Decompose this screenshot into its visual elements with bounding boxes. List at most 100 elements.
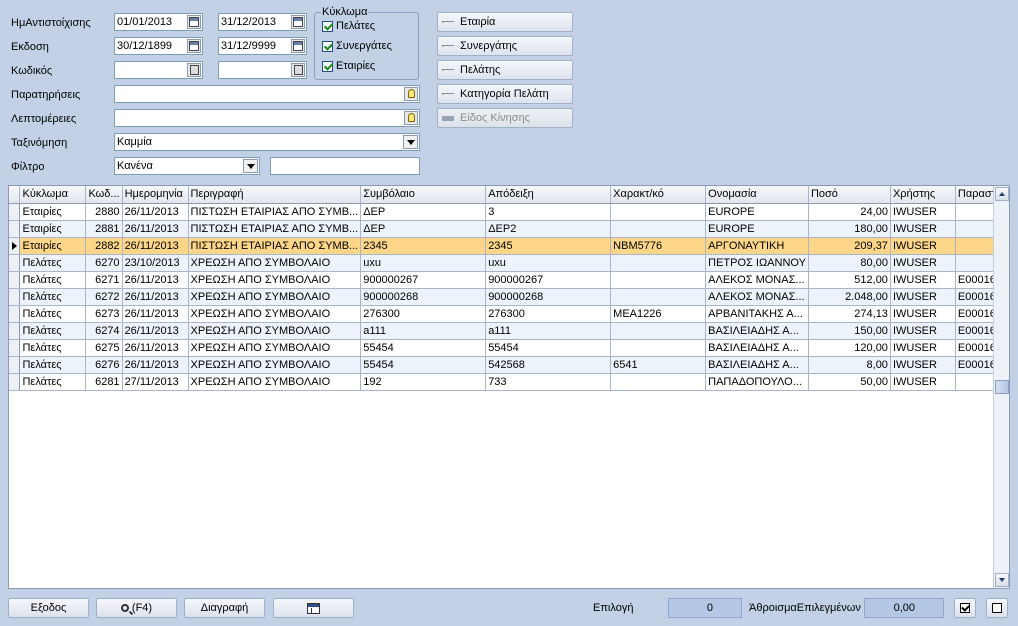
grid-cell[interactable]: Πελάτες <box>19 254 87 272</box>
row-indicator[interactable] <box>9 322 21 340</box>
grid-cell[interactable]: 26/11/2013 <box>122 203 189 221</box>
grid-header-cell[interactable]: Ημερομηνία <box>122 186 189 204</box>
grid-cell[interactable]: IWUSER <box>890 220 956 238</box>
grid-cell[interactable]: 2345 <box>485 237 612 255</box>
code-from-field[interactable] <box>114 61 203 79</box>
grid-cell[interactable]: Πελάτες <box>19 339 87 357</box>
scroll-down-icon[interactable] <box>995 573 1009 587</box>
grid-cell[interactable]: Πελάτες <box>19 373 87 391</box>
chevron-down-icon[interactable] <box>243 159 258 173</box>
grid-cell[interactable]: Εταιρίες <box>19 237 87 255</box>
table-row[interactable]: Πελάτες 6270 23/10/2013 ΧΡΕΩΣΗ ΑΠΟ ΣΥΜΒΟΛΑΙ… <box>9 254 1009 272</box>
vertical-scrollbar[interactable] <box>993 186 1009 588</box>
grid-cell[interactable]: 542568 <box>485 356 612 374</box>
table-row[interactable]: Εταιρίες 2881 26/11/2013 ΠΙΣΤΩΣΗ ΕΤΑΙΡΙΑΣ Α… <box>9 220 1009 238</box>
calendar-icon[interactable] <box>187 15 201 29</box>
grid-cell[interactable]: 2345 <box>360 237 487 255</box>
grid-cell[interactable] <box>610 322 707 340</box>
grid-cell[interactable]: ΑΛΕΚΟΣ ΜΟΝΑΣ... <box>705 271 809 289</box>
grid-cell[interactable]: 55454 <box>485 339 612 357</box>
grid-header-cell[interactable]: Χρήστης <box>890 186 956 204</box>
grid-cell[interactable] <box>610 271 707 289</box>
grid-cell[interactable]: 26/11/2013 <box>122 305 189 323</box>
grid-cell[interactable]: ΧΡΕΩΣΗ ΑΠΟ ΣΥΜΒΟΛΑΙΟ <box>188 254 362 272</box>
grid-cell[interactable]: EUROPE <box>705 220 809 238</box>
grid-cell[interactable]: ΑΡΓΟΝΑΥΤΙΚΗ <box>705 237 809 255</box>
grid-cell[interactable]: IWUSER <box>890 288 956 306</box>
grid-cell[interactable]: 2882 <box>85 237 123 255</box>
details-field[interactable] <box>114 109 420 127</box>
grid-cell[interactable]: 192 <box>360 373 487 391</box>
table-row[interactable]: Πελάτες 6271 26/11/2013 ΧΡΕΩΣΗ ΑΠΟ ΣΥΜΒΟΛΑΙ… <box>9 271 1009 289</box>
issue-from-field[interactable]: 30/12/1899 <box>114 37 203 55</box>
grid-cell[interactable]: ΧΡΕΩΣΗ ΑΠΟ ΣΥΜΒΟΛΑΙΟ <box>188 322 362 340</box>
filter-select[interactable]: Κανένα <box>114 157 260 175</box>
grid-cell[interactable]: 2881 <box>85 220 123 238</box>
exit-button[interactable]: Εξοδος <box>8 598 89 618</box>
grid-cell[interactable] <box>610 220 707 238</box>
grid-header-cell[interactable]: Συμβόλαιο <box>360 186 487 204</box>
grid-cell[interactable]: IWUSER <box>890 254 956 272</box>
transactions-grid[interactable]: Κύκλωμα Κωδ... Ημερομηνία Περιγραφή Συμβόλαι… <box>8 185 1010 589</box>
table-row[interactable]: Πελάτες 6274 26/11/2013 ΧΡΕΩΣΗ ΑΠΟ ΣΥΜΒΟΛΑΙ… <box>9 322 1009 340</box>
row-indicator[interactable] <box>9 220 21 238</box>
grid-cell[interactable]: Εταιρίες <box>19 203 87 221</box>
grid-cell[interactable]: 8,00 <box>808 356 891 374</box>
grid-cell[interactable]: 6281 <box>85 373 123 391</box>
grid-cell[interactable]: 80,00 <box>808 254 891 272</box>
grid-cell[interactable]: Πελάτες <box>19 356 87 374</box>
grid-cell[interactable]: 120,00 <box>808 339 891 357</box>
grid-header-cell[interactable]: Κωδ... <box>85 186 123 204</box>
grid-cell[interactable]: 26/11/2013 <box>122 271 189 289</box>
chevron-down-icon[interactable] <box>403 135 418 149</box>
grid-cell[interactable]: ΠΑΠΑΔΟΠΟΥΛΟ... <box>705 373 809 391</box>
grid-cell[interactable]: 6541 <box>610 356 707 374</box>
grid-cell[interactable]: 180,00 <box>808 220 891 238</box>
row-indicator[interactable] <box>9 305 21 323</box>
grid-cell[interactable]: 900000267 <box>360 271 487 289</box>
grid-cell[interactable]: 274,13 <box>808 305 891 323</box>
grid-cell[interactable]: ΧΡΕΩΣΗ ΑΠΟ ΣΥΜΒΟΛΑΙΟ <box>188 271 362 289</box>
checkbox-icon[interactable] <box>322 20 333 32</box>
grid-cell[interactable]: ΧΡΕΩΣΗ ΑΠΟ ΣΥΜΒΟΛΑΙΟ <box>188 356 362 374</box>
grid-cell[interactable]: 6270 <box>85 254 123 272</box>
grid-cell[interactable]: ΔΕΡ2 <box>485 220 612 238</box>
grid-cell[interactable]: 900000268 <box>485 288 612 306</box>
grid-cell[interactable]: IWUSER <box>890 322 956 340</box>
grid-cell[interactable]: 27/11/2013 <box>122 373 189 391</box>
scroll-up-icon[interactable] <box>995 187 1009 201</box>
table-row[interactable]: Πελάτες 6281 27/11/2013 ΧΡΕΩΣΗ ΑΠΟ ΣΥΜΒΟΛΑΙ… <box>9 373 1009 391</box>
grid-header-cell[interactable]: Απόδειξη <box>485 186 612 204</box>
grid-cell[interactable]: a111 <box>360 322 487 340</box>
grid-cell[interactable]: ΠΙΣΤΩΣΗ ΕΤΑΙΡΙΑΣ ΑΠΟ ΣΥΜΒ... <box>188 237 362 255</box>
grid-cell[interactable]: ΑΛΕΚΟΣ ΜΟΝΑΣ... <box>705 288 809 306</box>
grid-header-cell[interactable]: Ονομασία <box>705 186 809 204</box>
grid-cell[interactable]: ΠΙΣΤΩΣΗ ΕΤΑΙΡΙΑΣ ΑΠΟ ΣΥΜΒ... <box>188 203 362 221</box>
grid-cell[interactable]: 900000268 <box>360 288 487 306</box>
grid-cell[interactable]: IWUSER <box>890 373 956 391</box>
row-indicator[interactable] <box>9 373 21 391</box>
issue-to-field[interactable]: 31/12/9999 <box>218 37 307 55</box>
table-row[interactable]: Εταιρίες 2880 26/11/2013 ΠΙΣΤΩΣΗ ΕΤΑΙΡΙΑΣ Α… <box>9 203 1009 221</box>
row-indicator[interactable] <box>9 254 21 272</box>
grid-cell[interactable]: 512,00 <box>808 271 891 289</box>
grid-cell[interactable]: ΔΕΡ <box>360 220 487 238</box>
grid-cell[interactable]: NBM5776 <box>610 237 707 255</box>
row-indicator[interactable] <box>9 237 21 255</box>
table-row[interactable]: Πελάτες 6276 26/11/2013 ΧΡΕΩΣΗ ΑΠΟ ΣΥΜΒΟΛΑΙ… <box>9 356 1009 374</box>
grid-cell[interactable]: ΒΑΣΙΛΕΙΑΔΗΣ Α... <box>705 339 809 357</box>
grid-cell[interactable]: 6274 <box>85 322 123 340</box>
grid-cell[interactable]: 900000267 <box>485 271 612 289</box>
calendar-icon[interactable] <box>291 39 305 53</box>
grid-header-cell[interactable]: Περιγραφή <box>188 186 362 204</box>
table-row[interactable]: Πελάτες 6273 26/11/2013 ΧΡΕΩΣΗ ΑΠΟ ΣΥΜΒΟΛΑΙ… <box>9 305 1009 323</box>
deselect-all-button[interactable] <box>986 598 1008 618</box>
grid-cell[interactable]: 276300 <box>485 305 612 323</box>
grid-cell[interactable]: Πελάτες <box>19 271 87 289</box>
calculator-icon[interactable] <box>291 63 305 77</box>
grid-cell[interactable]: Εταιρίες <box>19 220 87 238</box>
grid-cell[interactable]: 55454 <box>360 356 487 374</box>
grid-cell[interactable]: uxu <box>485 254 612 272</box>
grid-cell[interactable]: 55454 <box>360 339 487 357</box>
grid-cell[interactable]: 3 <box>485 203 612 221</box>
